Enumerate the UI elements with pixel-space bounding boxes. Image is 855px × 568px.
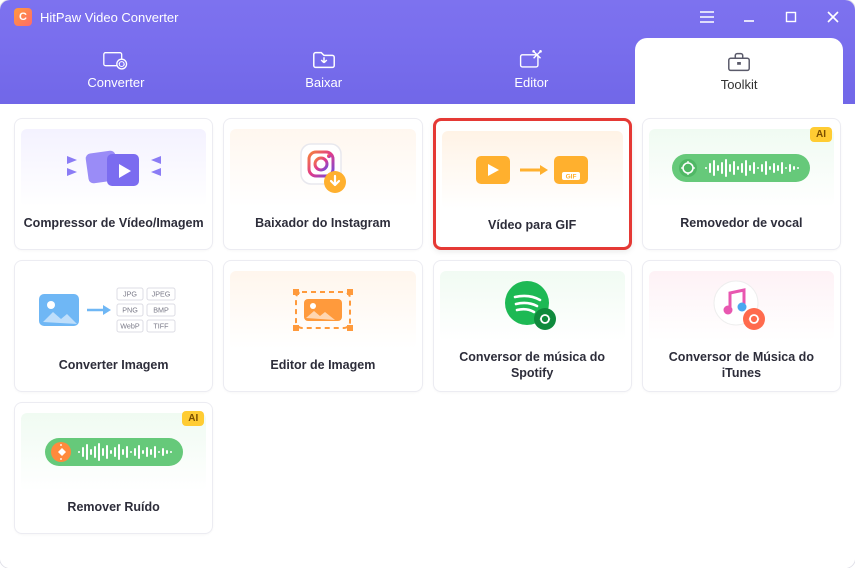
ai-badge: AI xyxy=(810,127,832,142)
svg-text:BMP: BMP xyxy=(153,306,169,315)
tabbar: Converter Baixar Editor Toolkit xyxy=(0,34,855,104)
svg-text:PNG: PNG xyxy=(122,306,138,315)
tool-label: Converter Imagem xyxy=(59,357,169,373)
tool-label: Conversor de música do Spotify xyxy=(440,349,625,382)
image-editor-illustration xyxy=(230,271,415,349)
tool-label: Removedor de vocal xyxy=(680,215,802,231)
itunes-illustration xyxy=(649,271,834,341)
tool-image-editor[interactable]: Editor de Imagem xyxy=(223,260,422,392)
tool-instagram-downloader[interactable]: Baixador do Instagram xyxy=(223,118,422,250)
app-logo: C xyxy=(14,8,32,26)
menu-icon[interactable] xyxy=(699,9,715,25)
video-gif-illustration: GIF xyxy=(442,131,623,209)
tool-label: Editor de Imagem xyxy=(270,357,375,373)
svg-text:GIF: GIF xyxy=(566,174,577,181)
tool-video-to-gif[interactable]: GIF Vídeo para GIF xyxy=(433,118,632,250)
editor-icon xyxy=(518,49,544,71)
tool-spotify-converter[interactable]: Conversor de música do Spotify xyxy=(433,260,632,392)
ai-badge: AI xyxy=(182,411,204,426)
tab-label: Converter xyxy=(87,75,144,90)
toolkit-icon xyxy=(726,51,752,73)
svg-text:JPG: JPG xyxy=(123,290,137,299)
svg-text:JPEG: JPEG xyxy=(151,290,170,299)
svg-text:WebP: WebP xyxy=(120,322,140,331)
toolkit-content: Compressor de Vídeo/Imagem Baixador do xyxy=(0,104,855,568)
download-icon xyxy=(311,49,337,71)
tab-baixar[interactable]: Baixar xyxy=(220,34,428,104)
tool-vocal-remover[interactable]: AI Removedor de vocal xyxy=(642,118,841,250)
tool-noise-remover[interactable]: AI Remover Ruído xyxy=(14,402,213,534)
tool-label: Compressor de Vídeo/Imagem xyxy=(24,215,204,231)
tool-grid: Compressor de Vídeo/Imagem Baixador do xyxy=(14,118,841,534)
tab-toolkit[interactable]: Toolkit xyxy=(635,38,843,104)
tab-label: Editor xyxy=(514,75,548,90)
titlebar: C HitPaw Video Converter xyxy=(0,0,855,34)
tool-image-converter[interactable]: JPG JPEG PNG BMP WebP TIFF Converter Ima… xyxy=(14,260,213,392)
converter-icon xyxy=(103,49,129,71)
app-window: C HitPaw Video Converter Converter xyxy=(0,0,855,568)
tool-label: Remover Ruído xyxy=(67,499,159,515)
svg-text:TIFF: TIFF xyxy=(153,322,169,331)
tool-label: Conversor de Música do iTunes xyxy=(649,349,834,382)
tab-label: Toolkit xyxy=(721,77,758,92)
tool-label: Baixador do Instagram xyxy=(255,215,390,231)
window-controls xyxy=(699,9,841,25)
maximize-button[interactable] xyxy=(783,9,799,25)
tab-converter[interactable]: Converter xyxy=(12,34,220,104)
tab-editor[interactable]: Editor xyxy=(428,34,636,104)
close-button[interactable] xyxy=(825,9,841,25)
image-converter-illustration: JPG JPEG PNG BMP WebP TIFF xyxy=(21,271,206,349)
noise-remover-illustration xyxy=(21,413,206,491)
spotify-illustration xyxy=(440,271,625,341)
app-title: HitPaw Video Converter xyxy=(40,10,179,25)
compressor-illustration xyxy=(21,129,206,207)
minimize-button[interactable] xyxy=(741,9,757,25)
tool-compressor[interactable]: Compressor de Vídeo/Imagem xyxy=(14,118,213,250)
tool-label: Vídeo para GIF xyxy=(488,217,576,233)
vocal-remover-illustration xyxy=(649,129,834,207)
tab-label: Baixar xyxy=(305,75,342,90)
tool-itunes-converter[interactable]: Conversor de Música do iTunes xyxy=(642,260,841,392)
instagram-illustration xyxy=(230,129,415,207)
